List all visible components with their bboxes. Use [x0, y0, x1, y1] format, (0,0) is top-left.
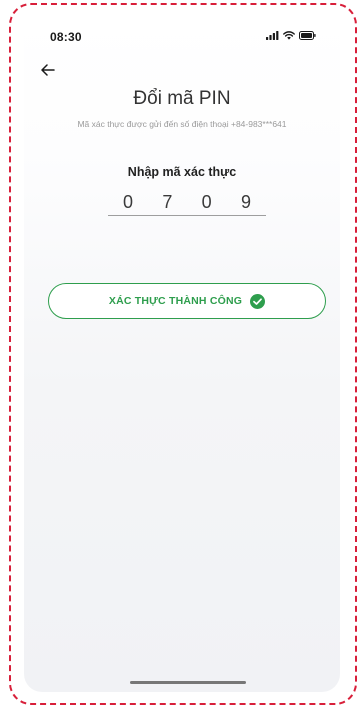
- verification-success-button[interactable]: XÁC THỰC THÀNH CÔNG: [48, 283, 326, 319]
- status-time: 08:30: [50, 30, 82, 44]
- wifi-icon: [283, 27, 295, 45]
- check-circle-icon: [250, 293, 266, 309]
- battery-icon: [299, 27, 316, 45]
- signal-icon: [266, 27, 279, 45]
- home-indicator[interactable]: [130, 681, 246, 684]
- arrow-left-icon: [41, 63, 55, 81]
- back-button[interactable]: [38, 62, 58, 82]
- otp-label: Nhập mã xác thực: [127, 165, 237, 179]
- otp-digit-4: 9: [240, 192, 251, 212]
- otp-digit-3: 0: [201, 192, 212, 212]
- page-subtitle: Mã xác thực được gửi đến số điện thoại +…: [77, 119, 287, 129]
- otp-input[interactable]: 0 7 0 9: [108, 190, 266, 216]
- page-title: Đổi mã PIN: [133, 88, 231, 109]
- status-icons: [266, 31, 316, 41]
- verification-success-label: XÁC THỰC THÀNH CÔNG: [108, 295, 243, 307]
- phone-screen: 08:30 Đổi mã PIN Mã xác thực được gửi đế…: [24, 18, 340, 692]
- otp-digit-2: 7: [162, 192, 173, 212]
- otp-digit-1: 0: [122, 192, 133, 212]
- status-bar: 08:30: [24, 18, 340, 58]
